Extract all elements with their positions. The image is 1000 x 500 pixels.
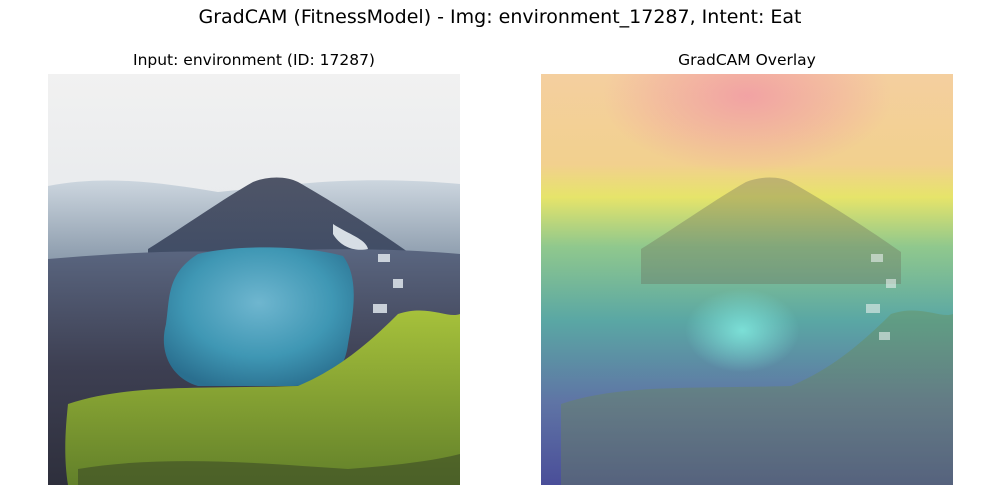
input-image [48, 74, 460, 485]
input-panel-title: Input: environment (ID: 17287) [133, 51, 375, 69]
gradcam-heatmap [541, 74, 953, 485]
lake-landscape-image [48, 74, 460, 485]
overlay-panel-title: GradCAM Overlay [678, 51, 816, 69]
figure-title: GradCAM (FitnessModel) - Img: environmen… [198, 6, 802, 28]
gradcam-overlay-image [541, 74, 953, 485]
